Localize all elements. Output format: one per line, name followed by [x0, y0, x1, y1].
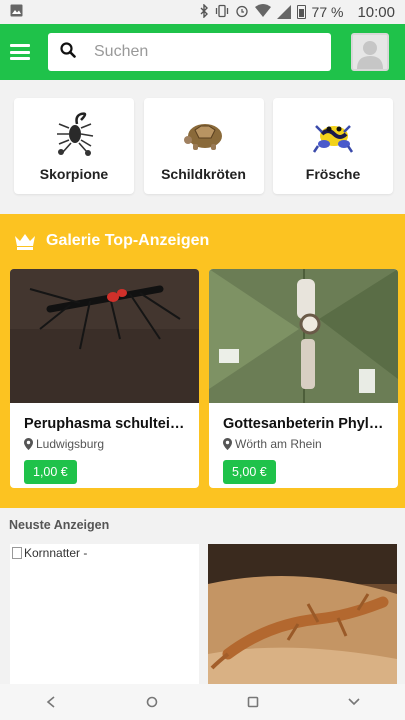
app-bar: [0, 24, 405, 80]
signal-icon: [276, 5, 291, 19]
category-list: Skorpione Schildkröten Frösche: [14, 98, 393, 194]
system-navigation-bar: [0, 684, 405, 720]
listing-image: [209, 269, 398, 403]
listing-image: [208, 544, 397, 684]
category-label: Frösche: [305, 166, 361, 182]
listing-title: Peruphasma schultei ...: [24, 416, 185, 432]
back-button[interactable]: [31, 687, 71, 717]
gallery-header: Galerie Top-Anzeigen: [14, 232, 209, 250]
search-input[interactable]: [94, 43, 314, 61]
gallery-title: Galerie Top-Anzeigen: [46, 232, 210, 249]
category-label: Schildkröten: [161, 166, 246, 182]
recents-button[interactable]: [233, 687, 273, 717]
listing-location: Wörth am Rhein: [223, 437, 384, 451]
broken-image-icon: [12, 547, 22, 559]
category-tortoises[interactable]: Schildkröten: [143, 98, 264, 194]
location-pin-icon: [223, 438, 232, 450]
vibrate-icon: [215, 4, 229, 21]
category-frogs[interactable]: Frösche: [273, 98, 393, 194]
home-icon: [146, 696, 158, 708]
location-text: Ludwigsburg: [36, 437, 105, 451]
newest-section-title: Neuste Anzeigen: [9, 518, 110, 532]
scorpion-icon: [57, 112, 94, 156]
location-text: Wörth am Rhein: [235, 437, 322, 451]
tortoise-icon: [183, 124, 222, 150]
image-alt-text: Kornnatter -: [24, 546, 88, 560]
search-icon: [60, 41, 76, 63]
price-badge[interactable]: 5,00 €: [223, 460, 276, 484]
gallery-card[interactable]: Gottesanbeterin Phyll... Wörth am Rhein …: [209, 269, 398, 488]
newest-card[interactable]: [208, 544, 397, 684]
chevron-down-icon: [348, 698, 360, 706]
category-scorpions[interactable]: Skorpione: [14, 98, 134, 194]
broken-image: Kornnatter -: [10, 544, 199, 560]
search-box[interactable]: [48, 33, 331, 71]
avatar[interactable]: [351, 33, 389, 71]
menu-icon[interactable]: [10, 44, 30, 60]
back-icon: [46, 696, 55, 708]
frog-icon: [312, 125, 354, 153]
category-label: Skorpione: [39, 166, 109, 182]
crown-icon: [15, 234, 35, 250]
listing-location: Ludwigsburg: [24, 437, 185, 451]
status-bar: 77 % 10:00: [0, 0, 405, 24]
price-badge[interactable]: 1,00 €: [24, 460, 77, 484]
clock: 10:00: [357, 3, 395, 21]
home-button[interactable]: [132, 687, 172, 717]
wifi-icon: [254, 4, 271, 20]
gallery-card[interactable]: Peruphasma schultei ... Ludwigsburg 1,00…: [10, 269, 199, 488]
newest-card[interactable]: Kornnatter -: [10, 544, 199, 684]
listing-image: [10, 269, 199, 403]
listing-title: Gottesanbeterin Phyll...: [223, 416, 384, 432]
battery-percentage: 77 %: [311, 4, 344, 20]
recents-icon: [247, 696, 259, 708]
bluetooth-icon: [200, 2, 209, 21]
user-icon: [357, 41, 383, 69]
battery-icon: [296, 5, 306, 19]
image-notification-icon: [10, 4, 23, 20]
gallery-section: Galerie Top-Anzeigen Peruphasma schultei…: [0, 214, 405, 508]
hide-keyboard-button[interactable]: [334, 687, 374, 717]
location-pin-icon: [24, 438, 33, 450]
alarm-icon: [235, 4, 249, 21]
